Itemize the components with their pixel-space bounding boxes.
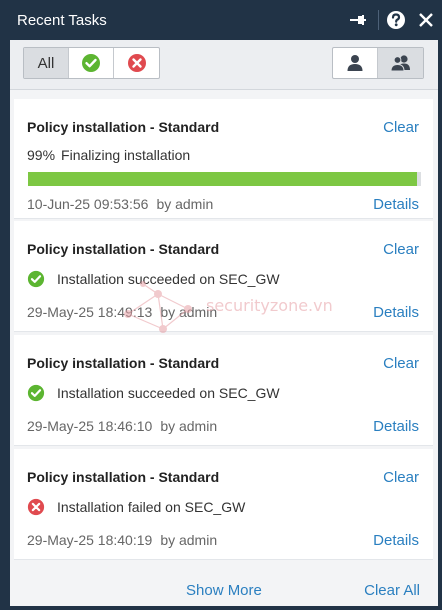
task-date: 10-Jun-25 09:53:56 [27, 196, 149, 212]
recent-tasks-window: Recent Tasks All Policy installation - S… [0, 0, 442, 610]
task-timestamp: 29-May-25 18:40:19 by admin [27, 532, 217, 548]
title-bar-divider [378, 10, 379, 30]
task-title: Policy installation - Standard [27, 119, 220, 135]
clear-task-link[interactable]: Clear [383, 469, 419, 486]
task-timestamp: 29-May-25 18:46:10 by admin [27, 418, 217, 434]
error-x-icon [127, 54, 146, 72]
task-title: Policy installation - Standard [27, 355, 220, 371]
multiple-users-icon [389, 55, 410, 72]
task-card: Policy installation - Standard Clear 99%… [14, 99, 433, 219]
clear-task-link[interactable]: Clear [383, 119, 419, 136]
task-card: Policy installation - Standard Clear Ins… [14, 449, 433, 560]
task-details-link[interactable]: Details [373, 418, 419, 435]
filter-succeeded-button[interactable] [69, 48, 114, 78]
task-details-link[interactable]: Details [373, 532, 419, 549]
task-date: 29-May-25 18:49:13 [27, 304, 153, 320]
clear-task-link[interactable]: Clear [383, 241, 419, 258]
task-owner: by admin [156, 196, 214, 212]
task-status-text: Finalizing installation [61, 147, 191, 163]
task-status-text: Installation failed on SEC_GW [57, 499, 246, 515]
task-details-link[interactable]: Details [373, 196, 419, 213]
task-date: 29-May-25 18:40:19 [27, 532, 153, 548]
task-status-text: Installation succeeded on SEC_GW [57, 271, 280, 287]
tasks-panel: All Policy installation - Standard Clear… [10, 40, 438, 606]
task-title: Policy installation - Standard [27, 241, 220, 257]
show-more-link[interactable]: Show More [186, 582, 262, 599]
my-tasks-button[interactable] [333, 48, 378, 78]
single-user-icon [347, 55, 363, 71]
success-check-icon [82, 54, 100, 72]
task-status: 99% Finalizing installation [27, 147, 190, 163]
task-status: Installation succeeded on SEC_GW [27, 270, 280, 288]
all-users-tasks-button[interactable] [378, 48, 423, 78]
success-check-icon [27, 270, 45, 288]
status-filter-group: All [23, 47, 160, 79]
filter-all-label: All [37, 54, 55, 72]
task-timestamp: 10-Jun-25 09:53:56 by admin [27, 196, 213, 212]
help-icon[interactable] [384, 8, 408, 32]
pin-icon[interactable] [346, 8, 370, 32]
task-card: Policy installation - Standard Clear Ins… [14, 221, 433, 332]
task-card: Policy installation - Standard Clear Ins… [14, 335, 433, 446]
task-status: Installation succeeded on SEC_GW [27, 384, 280, 402]
task-progress-bar [28, 172, 421, 186]
task-details-link[interactable]: Details [373, 304, 419, 321]
task-owner: by admin [160, 418, 218, 434]
task-date: 29-May-25 18:46:10 [27, 418, 153, 434]
task-timestamp: 29-May-25 18:49:13 by admin [27, 304, 217, 320]
task-progress-percent: 99% [27, 147, 56, 163]
task-owner: by admin [160, 304, 218, 320]
task-owner: by admin [160, 532, 218, 548]
success-check-icon [27, 384, 45, 402]
close-icon[interactable] [414, 8, 438, 32]
error-x-icon [27, 498, 45, 516]
clear-all-link[interactable]: Clear All [364, 582, 420, 599]
user-filter-group [332, 47, 424, 79]
clear-task-link[interactable]: Clear [383, 355, 419, 372]
filter-failed-button[interactable] [114, 48, 159, 78]
filter-toolbar: All [10, 40, 438, 90]
filter-all-button[interactable]: All [24, 48, 69, 78]
task-status: Installation failed on SEC_GW [27, 498, 245, 516]
task-progress-fill [28, 172, 418, 186]
task-title: Policy installation - Standard [27, 469, 220, 485]
window-title: Recent Tasks [17, 12, 107, 29]
task-status-text: Installation succeeded on SEC_GW [57, 385, 280, 401]
panel-footer: Show More Clear All [10, 574, 438, 606]
title-bar: Recent Tasks [0, 0, 442, 40]
